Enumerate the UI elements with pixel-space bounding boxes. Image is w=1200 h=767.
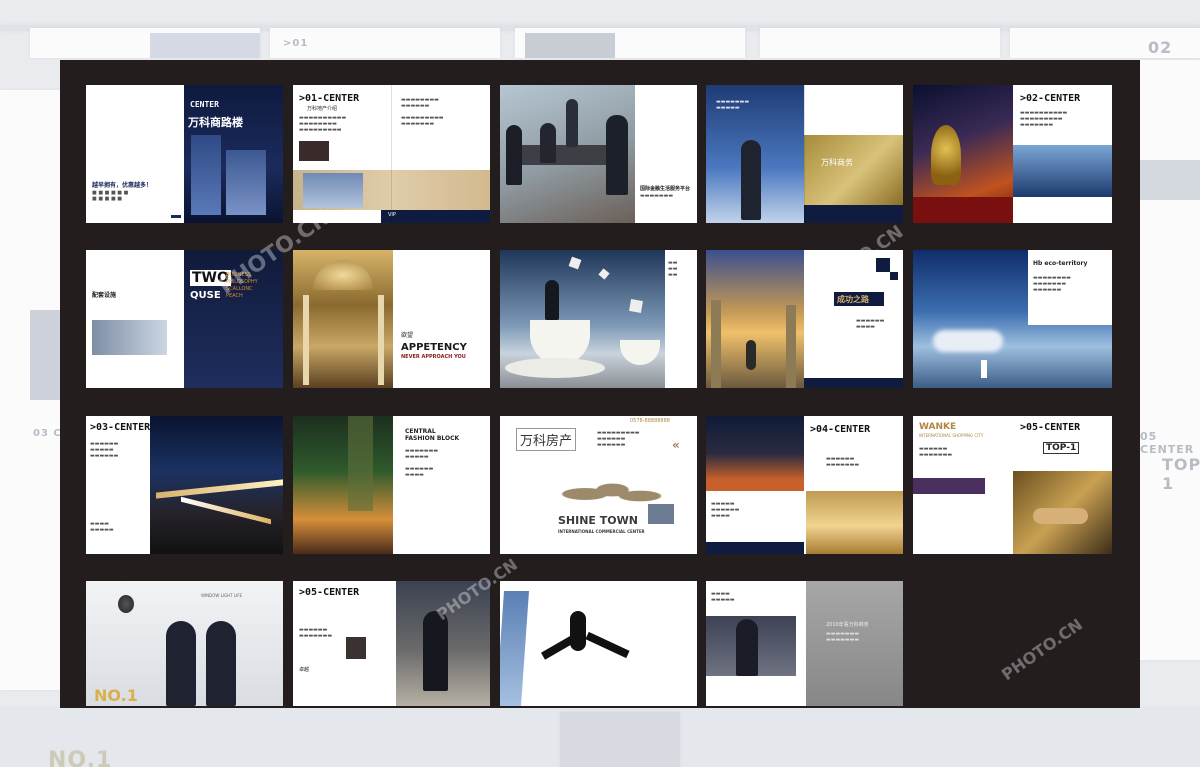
spread-header: >04-CENTER [810, 424, 871, 435]
spread-header: >03-CENTER [90, 422, 151, 433]
brand-name: WANKE [919, 422, 957, 432]
spread-success-road[interactable]: 成功之路 ▬▬▬▬▬▬ ▬▬▬▬ [706, 250, 903, 388]
spread-caption: 国际金融生活服务平台 [640, 186, 691, 192]
spread-title: 万科商务 [821, 158, 853, 167]
brand-name: SHINE TOWN [558, 514, 638, 527]
background-label: TOP-1 [1162, 455, 1200, 493]
spread-cn: 欲望 [401, 332, 414, 339]
spread-cover[interactable]: CENTER 万科商路楼 越早拥有，优惠越多！ ■ ■ ■ ■ ■ ■ ■ ■ ■… [86, 85, 283, 223]
cover-slogan: 越早拥有，优惠越多！ [92, 182, 153, 189]
spread-sub: QUSE [190, 290, 221, 301]
spread-meeting[interactable]: 国际金融生活服务平台 ▬▬▬▬▬▬▬ [500, 85, 697, 223]
spread-appetency[interactable]: 欲望 APPETENCY NEVER APPROACH YOU [293, 250, 490, 388]
spread-sub: WINDOW LIGHT LIFE [201, 593, 243, 598]
spread-01-center[interactable]: >01-CENTER 万科地产介绍 ▬▬▬▬▬▬▬▬▬▬ ▬▬▬▬▬▬▬▬ ▬▬▬▬… [293, 85, 490, 223]
spread-header: >02-CENTER [1020, 93, 1081, 104]
spread-title: Hb eco-territory [1033, 260, 1088, 267]
spread-05-center-shopping[interactable]: WANKE INTERNATIONAL SHOPPING CITY >05-CE… [913, 416, 1112, 554]
spread-sub: NEVER APPROACH YOU [401, 354, 466, 360]
spread-central-fashion[interactable]: CENTRAL FASHION BLOCK ▬▬▬▬▬▬▬ ▬▬▬▬▬ ▬▬▬▬▬▬… [293, 416, 490, 554]
brand-subtitle: INTERNATIONAL SHOPPING CITY [919, 433, 984, 438]
spread-title: APPETENCY [401, 342, 467, 353]
top-badge: TOP-1 [1043, 442, 1080, 454]
spread-title: 2010年看万科商务 [826, 622, 869, 628]
spread-title: CENTRAL FASHION BLOCK [405, 428, 460, 442]
spread-jump[interactable] [500, 581, 697, 706]
spread-label: 配套设施 [92, 292, 117, 299]
spread-2010[interactable]: ▬▬▬▬ ▬▬▬▬▬ 2010年看万科商务 ▬▬▬▬▬▬▬ ▬▬▬▬▬▬▬ [706, 581, 903, 706]
spread-header: >05-CENTER [299, 587, 360, 598]
spread-no1[interactable]: WINDOW LIGHT LIFE NO.1 [86, 581, 283, 706]
background-label: NO.1 [48, 748, 113, 767]
cover-title: 万科商路楼 [188, 116, 243, 129]
spread-label: 卓越 [299, 667, 310, 673]
spread-02-center[interactable]: >02-CENTER ▬▬▬▬▬▬▬▬▬▬ ▬▬▬▬▬▬▬▬▬ ▬▬▬▬▬▬▬ [913, 85, 1112, 223]
spread-header: >05-CENTER [1020, 422, 1081, 433]
background-label: 05 CENTER [1140, 430, 1195, 456]
spread-eco-territory[interactable]: Hb eco-territory ▬▬▬▬▬▬▬▬ ▬▬▬▬▬▬▬ ▬▬▬▬▬▬ [913, 250, 1112, 388]
spread-phone: 0578-88888888 [630, 418, 670, 424]
spread-title: 万科房产 [516, 428, 577, 451]
cover-header: CENTER [190, 100, 219, 109]
spread-title: 成功之路 [837, 295, 869, 304]
spread-big: NO.1 [94, 686, 138, 705]
brochure-board: CENTER 万科商路楼 越早拥有，优惠越多！ ■ ■ ■ ■ ■ ■ ■ ■ ■… [60, 60, 1140, 708]
spread-04-center[interactable]: >04-CENTER ▬▬▬▬▬▬ ▬▬▬▬▬▬▬ ▬▬▬▬▬ ▬▬▬▬▬▬ ▬▬▬▬ [706, 416, 903, 554]
spread-shine-town[interactable]: 万科房产 0578-88888888 ▬▬▬▬▬▬▬▬▬ ▬▬▬▬▬▬ ▬▬▬▬▬▬… [500, 416, 697, 554]
watermark: PHOTO.CN [998, 614, 1087, 685]
brand-subtitle: INTERNATIONAL COMMERCIAL CENTER [558, 529, 645, 534]
spread-subtitle: 万科地产介绍 [307, 106, 338, 112]
spread-03-center[interactable]: >03-CENTER ▬▬▬▬▬▬ ▬▬▬▬▬ ▬▬▬▬▬▬ ▬▬▬▬ ▬▬▬▬▬ [86, 416, 283, 554]
spread-business[interactable]: ▬▬▬▬▬▬▬ ▬▬▬▬▬ 万科商务 [706, 85, 903, 223]
spread-header: >01-CENTER [299, 93, 360, 104]
spread-coffee-cup[interactable]: ▬▬ ▬▬ ▬▬ [500, 250, 697, 388]
